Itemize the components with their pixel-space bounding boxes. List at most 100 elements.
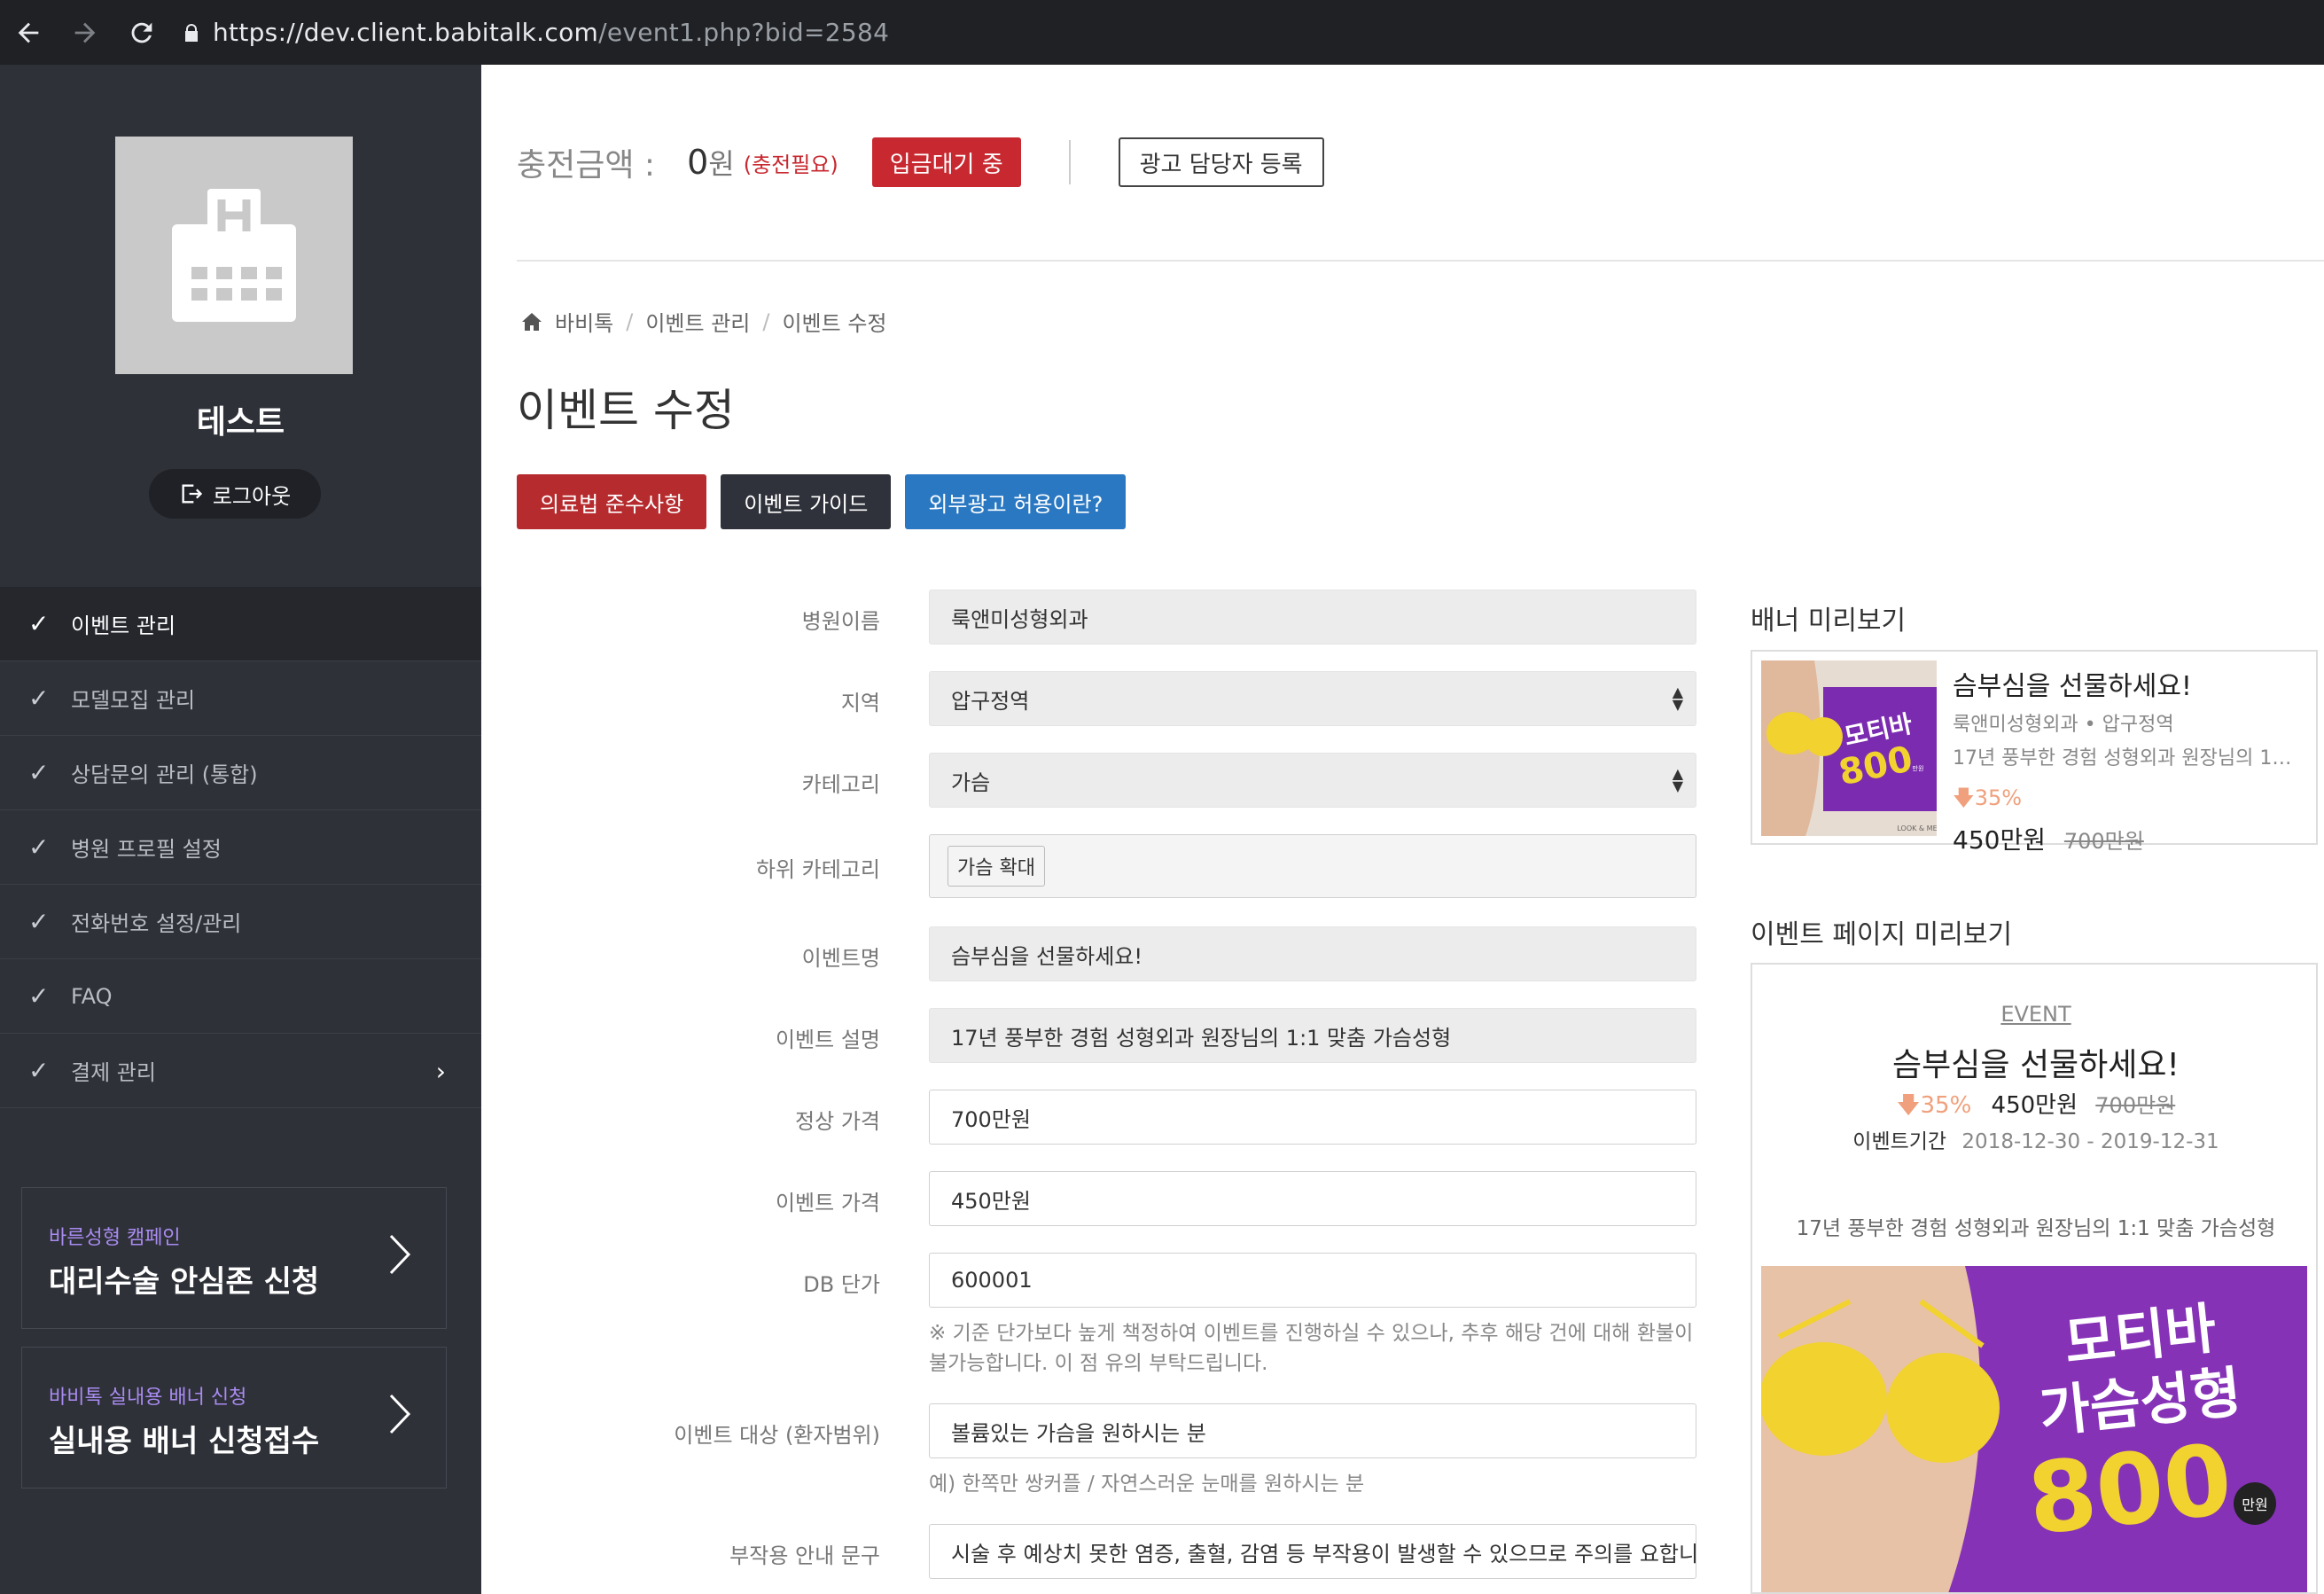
breadcrumb-home[interactable]: 바비톡 [555,306,613,337]
sidebar-item-label: 결제 관리 [71,1060,156,1085]
field-label: 이벤트 가격 [775,1191,880,1215]
select-arrows-icon: ▲ ▼ [1672,765,1683,794]
breadcrumb: 바비톡 / 이벤트 관리 / 이벤트 수정 [521,306,887,337]
back-icon[interactable] [0,0,57,65]
charge-amount: 0 [687,143,709,182]
banner-title: 슴부심을 선물하세요! [1953,671,2192,702]
event-price-input[interactable]: 450만원 [929,1171,1696,1226]
sidebar-item-phone-settings[interactable]: ✓ 전화번호 설정/관리 [0,885,481,959]
event-preview-title: 이벤트 페이지 미리보기 [1751,919,2013,950]
hospital-name-field: 룩앤미성형외과 [929,590,1696,645]
banner-preview-card[interactable]: 모티바 800 만원 LOOK & ME 슴부심을 선물하세요! 룩앤미성형외과… [1751,650,2318,855]
external-ad-button[interactable]: 외부광고 허용이란? [905,474,1127,529]
promo-indoor-banner[interactable]: 바비톡 실내용 배너 신청 실내용 배너 신청접수 [21,1347,447,1489]
field-label: 병원이름 [801,609,880,634]
sidebar-item-label: 전화번호 설정/관리 [71,911,242,936]
banner-price: 450만원 [1953,825,2046,855]
event-discount: 35% [1920,1092,1972,1119]
breadcrumb-separator: / [626,309,634,334]
home-icon[interactable] [521,312,542,332]
event-period-label: 이벤트기간 [1852,1130,1947,1153]
sidebar-item-consult-management[interactable]: ✓ 상담문의 관리 (통합) [0,736,481,810]
banner-discount-value: 35% [1974,785,2023,810]
subcategory-field[interactable]: 가슴 확대 [929,834,1696,898]
browser-toolbar: https://dev.client.babitalk.com/event1.p… [0,0,2324,65]
forward-icon[interactable] [57,0,113,65]
sidebar-item-faq[interactable]: ✓ FAQ [0,959,481,1034]
sidebar-menu: ✓ 이벤트 관리 ✓ 모델모집 관리 ✓ 상담문의 관리 (통합) ✓ 병원 프… [0,587,481,1108]
db-price-input[interactable]: 600001 [929,1253,1696,1308]
event-title: 슴부심을 선물하세요! [1892,1047,2180,1083]
charge-need-notice: (충전필요) [743,152,838,177]
target-input[interactable]: 볼륨있는 가슴을 원하시는 분 [929,1403,1696,1458]
check-icon: ✓ [28,758,50,787]
promo-title: 실내용 배너 신청접수 [49,1424,320,1459]
field-label: 카테고리 [801,772,880,797]
select-arrows-icon: ▲ ▼ [1672,684,1683,713]
sidebar-item-label: 이벤트 관리 [71,613,176,638]
divider [1068,140,1071,184]
banner-price-row: 450만원 700만원 [1953,821,2307,856]
event-period-row: 이벤트기간 2018-12-30 - 2019-12-31 [1752,1124,2316,1154]
check-icon: ✓ [28,609,50,638]
chevron-right-icon [389,1394,411,1434]
event-guide-button[interactable]: 이벤트 가이드 [721,474,892,529]
charge-label: 충전금액 : [517,147,656,184]
field-label: 지역 [840,691,880,715]
charge-bar: 충전금액 : 0 원 (충전필요) 입금대기 중 광고 담당자 등록 [517,136,1324,189]
chevron-right-icon: › [435,1057,446,1086]
promo-subtitle: 바른성형 캠페인 [49,1227,181,1249]
event-desc-field: 17년 풍부한 경험 성형외과 원장님의 1:1 맞춤 가슴성형 [929,1008,1696,1063]
banner-original-price: 700만원 [2063,829,2144,854]
medical-law-button[interactable]: 의료법 준수사항 [517,474,707,529]
logout-icon [182,484,202,504]
sidebar-item-label: 상담문의 관리 (통합) [71,762,258,787]
deposit-status-button[interactable]: 입금대기 중 [871,137,1021,187]
sidebar-item-model-recruit[interactable]: ✓ 모델모집 관리 [0,661,481,736]
hospital-avatar [115,137,353,374]
promo-surgery-safezone[interactable]: 바른성형 캠페인 대리수술 안심존 신청 [21,1187,447,1329]
clinic-name: 테스트 [196,404,285,441]
sidebar-item-payment[interactable]: ✓ 결제 관리 › [0,1034,481,1108]
main-content: 충전금액 : 0 원 (충전필요) 입금대기 중 광고 담당자 등록 바비톡 /… [481,65,2324,1594]
url-bar[interactable]: https://dev.client.babitalk.com/event1.p… [213,18,889,47]
event-preview-card: EVENT 슴부심을 선물하세요! 🡇35% 450만원 700만원 이벤트기간… [1751,963,2318,1594]
sidebar-item-event-management[interactable]: ✓ 이벤트 관리 [0,587,481,661]
url-path: /event1.php?bid=2584 [598,18,890,47]
promo-subtitle: 바비톡 실내용 배너 신청 [49,1387,247,1409]
register-manager-button[interactable]: 광고 담당자 등록 [1118,137,1324,187]
side-effect-input[interactable]: 시술 후 예상치 못한 염증, 출혈, 감염 등 부작용이 발생할 수 있으므로… [929,1524,1696,1579]
banner-subtitle: 룩앤미성형외과 • 압구정역 [1953,714,2174,736]
event-label: EVENT [2000,1002,2071,1027]
region-value: 압구정역 [951,688,1030,714]
reload-icon[interactable] [113,0,170,65]
category-select[interactable]: 가슴 ▲ ▼ [929,753,1696,808]
field-label: 부작용 안내 문구 [729,1543,880,1568]
breadcrumb-event-management[interactable]: 이벤트 관리 [645,306,750,337]
logout-label: 로그아웃 [212,483,292,509]
subcategory-tag[interactable]: 가슴 확대 [948,846,1045,887]
event-name-field: 슴부심을 선물하세요! [929,926,1696,981]
event-image-unit: 만원 [2242,1496,2267,1513]
banner-image-unit: 만원 [1913,764,1924,772]
event-period: 2018-12-30 - 2019-12-31 [1961,1130,2219,1153]
event-original-price: 700만원 [2095,1093,2176,1118]
page-title: 이벤트 수정 [517,385,735,436]
region-select[interactable]: 압구정역 ▲ ▼ [929,671,1696,726]
logout-button[interactable]: 로그아웃 [149,469,321,519]
promo-title: 대리수술 안심존 신청 [49,1264,320,1300]
check-icon: ✓ [28,832,50,862]
event-price: 450만원 [1991,1092,2078,1119]
action-buttons: 의료법 준수사항 이벤트 가이드 외부광고 허용이란? [517,474,1127,529]
banner-image-logo: LOOK & ME [1897,824,1937,832]
field-label: 이벤트 설명 [775,1028,880,1052]
sidebar-item-label: 모델모집 관리 [71,688,196,713]
field-label: 이벤트명 [801,946,880,971]
url-host: https://dev.client.babitalk.com [213,18,599,47]
banner-discount: 🡇35% [1953,783,2307,819]
sidebar-item-hospital-profile[interactable]: ✓ 병원 프로필 설정 [0,810,481,885]
banner-text: 슴부심을 선물하세요! 룩앤미성형외과 • 압구정역 17년 풍부한 경험 성형… [1953,664,2307,856]
banner-thumbnail: 모티바 800 만원 LOOK & ME [1761,660,1937,836]
field-label: DB 단가 [803,1272,880,1297]
regular-price-input[interactable]: 700만원 [929,1090,1696,1145]
